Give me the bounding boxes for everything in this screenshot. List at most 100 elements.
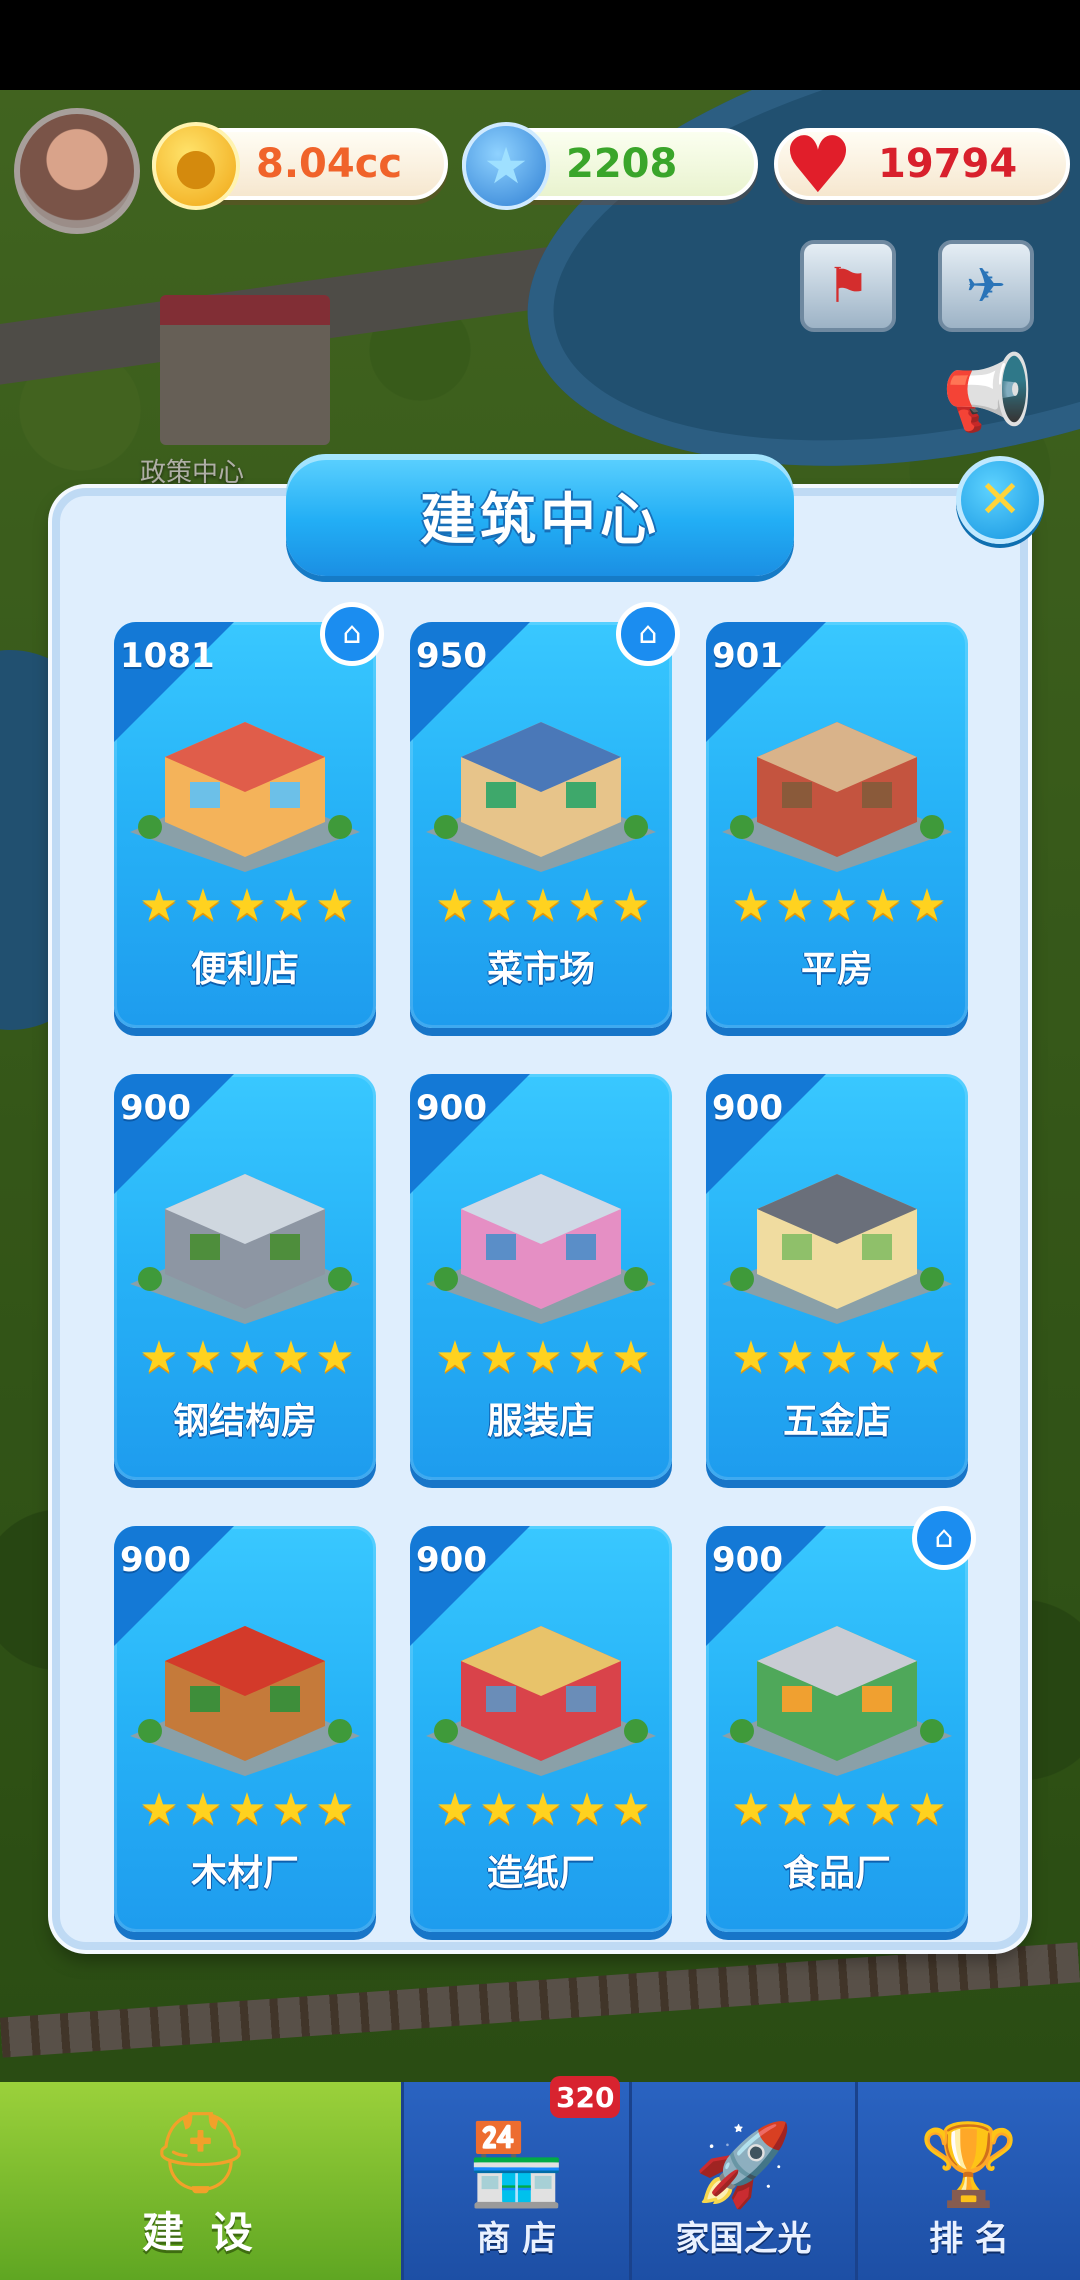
coin-counter: ● 8.04cc xyxy=(152,122,448,210)
star-rating: ★ ★ ★ ★ ★ xyxy=(410,1336,672,1380)
travel-button[interactable]: ✈ xyxy=(938,240,1034,332)
announcement-button[interactable]: 📢 xyxy=(938,350,1038,436)
star-icon: ★ xyxy=(227,880,266,931)
building-card[interactable]: 900 ★ ★ ★ ★ ★ 钢结构房 xyxy=(114,1074,376,1480)
star-icon: ★ xyxy=(271,1332,310,1383)
star-icon: ★ xyxy=(271,880,310,931)
building-illustration xyxy=(722,1174,952,1324)
home-icon: ⌂ xyxy=(320,602,384,666)
building-card[interactable]: 900 ★ ★ ★ ★ ★ 木材厂 xyxy=(114,1526,376,1932)
star-icon: ★ xyxy=(611,1784,650,1835)
star-icon: ★ xyxy=(731,1784,770,1835)
nav-build-label: 建 设 xyxy=(142,2208,259,2257)
building-illustration xyxy=(722,722,952,872)
star-icon: ★ xyxy=(863,1784,902,1835)
star-rating: ★ ★ ★ ★ ★ xyxy=(706,1336,968,1380)
star-icon: ★ xyxy=(139,880,178,931)
star-icon: ★ xyxy=(183,1784,222,1835)
nav-home-glory-label: 家国之光 xyxy=(675,2219,812,2259)
star-icon: ★ xyxy=(819,880,858,931)
star-rating: ★ ★ ★ ★ ★ xyxy=(410,1788,672,1832)
building-card[interactable]: 900 ⌂ ★ ★ ★ ★ ★ 食品厂 xyxy=(706,1506,976,1932)
star-icon: ★ xyxy=(139,1784,178,1835)
avatar[interactable] xyxy=(14,108,140,234)
status-bar xyxy=(0,0,1080,90)
building-illustration xyxy=(426,722,656,872)
ranking-icon: 🏆 xyxy=(919,2118,1019,2211)
star-icon: ★ xyxy=(479,1332,518,1383)
close-icon: ✕ xyxy=(978,470,1022,530)
star-counter: ★ 2208 xyxy=(462,122,758,210)
star-icon: ★ xyxy=(567,1784,606,1835)
star-icon: ★ xyxy=(435,880,474,931)
star-icon: ★ xyxy=(819,1784,858,1835)
event-button[interactable]: ⚑ xyxy=(800,240,896,332)
building-name: 五金店 xyxy=(782,1401,891,1442)
building-name: 食品厂 xyxy=(782,1853,891,1894)
heart-counter: ♥ 19794 xyxy=(774,127,1070,205)
home-icon: ⌂ xyxy=(616,602,680,666)
nav-home-glory[interactable]: 🚀 家国之光 xyxy=(632,2082,858,2280)
building-card[interactable]: 1081 ⌂ ★ ★ ★ ★ ★ 便利店 xyxy=(114,602,384,1028)
shop-icon: 🏪 xyxy=(466,2118,567,2211)
star-icon: ★ xyxy=(523,1784,562,1835)
building-illustration xyxy=(130,722,360,872)
star-icon: ★ xyxy=(731,1332,770,1383)
building-illustration xyxy=(130,1626,360,1776)
building-card[interactable]: 950 ⌂ ★ ★ ★ ★ ★ 菜市场 xyxy=(410,602,680,1028)
building-illustration xyxy=(426,1174,656,1324)
building-card[interactable]: 900 ★ ★ ★ ★ ★ 服装店 xyxy=(410,1074,672,1480)
coin-icon: ● xyxy=(152,122,240,210)
star-icon: ★ xyxy=(183,880,222,931)
building-illustration xyxy=(130,1174,360,1324)
star-icon: ★ xyxy=(775,1784,814,1835)
star-icon: ★ xyxy=(907,1332,946,1383)
star-icon: ★ xyxy=(479,1784,518,1835)
nav-shop[interactable]: 320 🏪 商 店 xyxy=(404,2076,632,2280)
airplane-icon: ✈ xyxy=(965,258,1007,314)
star-icon: ★ xyxy=(907,1784,946,1835)
star-icon: ★ xyxy=(819,1332,858,1383)
building-name: 木材厂 xyxy=(190,1853,299,1894)
nav-build[interactable]: ⛑ 建 设 xyxy=(0,2082,404,2280)
star-icon: ★ xyxy=(315,1332,354,1383)
megaphone-icon: 📢 xyxy=(941,350,1035,436)
building-name: 服装店 xyxy=(486,1401,595,1442)
star-icon: ★ xyxy=(863,880,902,931)
star-icon: ★ xyxy=(227,1332,266,1383)
star-icon: ★ xyxy=(462,122,550,210)
star-icon: ★ xyxy=(863,1332,902,1383)
star-icon: ★ xyxy=(523,1332,562,1383)
star-icon: ★ xyxy=(567,880,606,931)
star-icon: ★ xyxy=(775,880,814,931)
bottom-nav: ⛑ 建 设 320 🏪 商 店 🚀 家国之光 🏆 排 名 xyxy=(0,2076,1080,2280)
star-icon: ★ xyxy=(435,1784,474,1835)
building-card[interactable]: 900 ★ ★ ★ ★ ★ 造纸厂 xyxy=(410,1526,672,1932)
star-icon: ★ xyxy=(479,880,518,931)
star-icon: ★ xyxy=(271,1784,310,1835)
building-name: 钢结构房 xyxy=(172,1401,317,1442)
heart-value: 19794 xyxy=(878,141,1018,187)
panel-title: 建筑中心 xyxy=(420,487,660,553)
close-button[interactable]: ✕ xyxy=(956,456,1044,544)
star-icon: ★ xyxy=(775,1332,814,1383)
rocket-icon: 🚀 xyxy=(693,2118,794,2211)
star-icon: ★ xyxy=(567,1332,606,1383)
star-icon: ★ xyxy=(139,1332,178,1383)
star-rating: ★ ★ ★ ★ ★ xyxy=(706,884,968,928)
star-icon: ★ xyxy=(611,880,650,931)
building-card[interactable]: 900 ★ ★ ★ ★ ★ 五金店 xyxy=(706,1074,968,1480)
star-icon: ★ xyxy=(523,880,562,931)
star-rating: ★ ★ ★ ★ ★ xyxy=(114,884,376,928)
building-illustration xyxy=(722,1626,952,1776)
building-name: 造纸厂 xyxy=(486,1853,595,1894)
star-rating: ★ ★ ★ ★ ★ xyxy=(114,1788,376,1832)
coin-value: 8.04cc xyxy=(256,141,403,187)
event-icon: ⚑ xyxy=(826,258,870,314)
building-illustration xyxy=(426,1626,656,1776)
nav-ranking[interactable]: 🏆 排 名 xyxy=(858,2082,1080,2280)
building-card[interactable]: 901 ★ ★ ★ ★ ★ 平房 xyxy=(706,622,968,1028)
star-rating: ★ ★ ★ ★ ★ xyxy=(706,1788,968,1832)
heart-icon: ♥ xyxy=(783,121,853,211)
star-rating: ★ ★ ★ ★ ★ xyxy=(410,884,672,928)
